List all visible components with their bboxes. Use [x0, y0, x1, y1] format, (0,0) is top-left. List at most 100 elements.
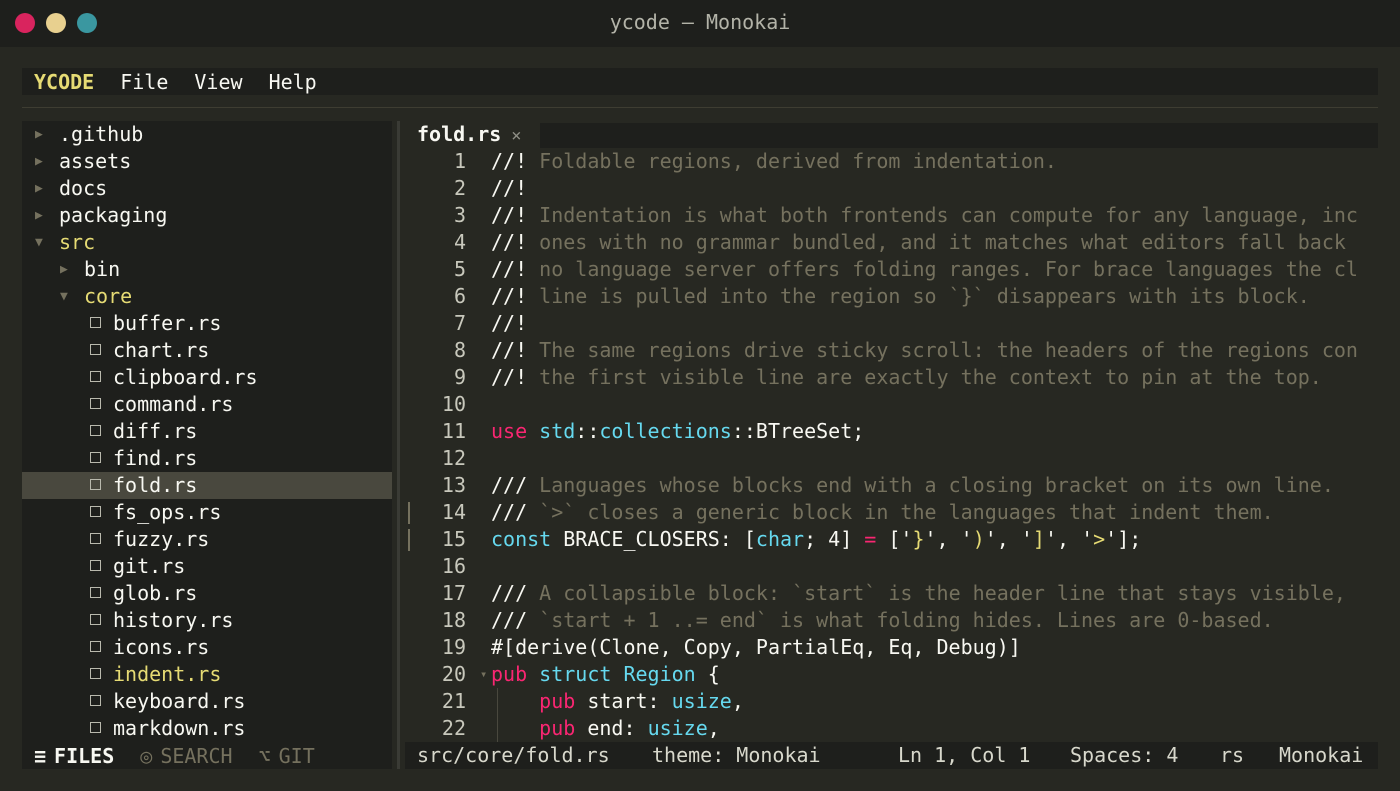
sidebar-tab-files[interactable]: ≡ FILES [34, 744, 114, 768]
tree-file[interactable]: find.rs [22, 445, 392, 472]
sidebar-tab-label: FILES [54, 743, 115, 768]
code-text: //! the first visible line are exactly t… [491, 365, 1322, 389]
code-line[interactable]: 19 #[derive(Clone, Copy, PartialEq, Eq, D… [405, 634, 1378, 661]
pane-splitter[interactable] [397, 121, 400, 769]
code-line[interactable]: 15 const BRACE_CLOSERS: [char; 4] = ['}',… [405, 526, 1378, 553]
tree-folder[interactable]: ▶ bin [22, 256, 392, 283]
code-line[interactable]: 12 [405, 445, 1378, 472]
tree-item-label: assets [59, 149, 132, 173]
tree-file[interactable]: clipboard.rs [22, 364, 392, 391]
tree-file[interactable]: git.rs [22, 553, 392, 580]
code-line[interactable]: 11 use std::collections::BTreeSet; [405, 418, 1378, 445]
chevron-down-icon[interactable]: ▼ [35, 229, 53, 256]
code-text: pub start: usize, [539, 689, 744, 713]
chevron-right-icon[interactable]: ▶ [35, 175, 53, 202]
file-icon [90, 479, 101, 490]
tree-item-label: src [59, 230, 96, 254]
menu-file[interactable]: File [120, 70, 168, 94]
chevron-right-icon[interactable]: ▶ [35, 121, 53, 148]
code-text: /// Languages whose blocks end with a cl… [491, 473, 1334, 497]
fold-toggle-icon[interactable]: ▾ [480, 661, 487, 688]
tree-folder[interactable]: ▶ assets [22, 148, 392, 175]
code-line[interactable]: 20 ▾ pub struct Region { [405, 661, 1378, 688]
tree-file[interactable]: fs_ops.rs [22, 499, 392, 526]
code-line[interactable]: 3 //! Indentation is what both frontends … [405, 202, 1378, 229]
code-line[interactable]: 9 //! the first visible line are exactly … [405, 364, 1378, 391]
tree-file[interactable]: history.rs [22, 607, 392, 634]
code-line[interactable]: 2 //! [405, 175, 1378, 202]
code-line[interactable]: 5 //! no language server offers folding r… [405, 256, 1378, 283]
tree-folder[interactable]: ▶ .github [22, 121, 392, 148]
code-line[interactable]: 21 pub start: usize, [405, 688, 1378, 715]
tree-folder[interactable]: ▶ docs [22, 175, 392, 202]
code-line[interactable]: 6 //! line is pulled into the region so `… [405, 283, 1378, 310]
close-tab-icon[interactable]: × [511, 126, 521, 146]
menu-divider [22, 107, 1378, 108]
tree-folder[interactable]: ▼ src [22, 229, 392, 256]
status-language[interactable]: rs [1220, 742, 1244, 769]
chevron-right-icon[interactable]: ▶ [35, 202, 53, 229]
code-text: pub end: usize, [539, 716, 720, 740]
line-number: 13 [441, 473, 466, 497]
line-number: 3 [453, 203, 466, 227]
code-text: /// `>` closes a generic block in the la… [491, 500, 1274, 524]
line-number: 5 [453, 257, 466, 281]
status-theme[interactable]: theme: Monokai [652, 742, 821, 769]
tree-file[interactable]: indent.rs [22, 661, 392, 688]
line-number: 2 [453, 176, 466, 200]
menu-help[interactable]: Help [269, 70, 317, 94]
tree-file[interactable]: icons.rs [22, 634, 392, 661]
file-icon [90, 722, 101, 733]
file-icon [90, 452, 101, 463]
tree-item-label: history.rs [113, 608, 234, 632]
tree-item-label: packaging [59, 203, 168, 227]
tree-file[interactable]: fold.rs [22, 472, 392, 499]
app-brand: YCODE [34, 69, 95, 94]
code-editor[interactable]: 1 //! Foldable regions, derived from inde… [405, 148, 1378, 742]
tree-folder[interactable]: ▶ packaging [22, 202, 392, 229]
code-text: //! Foldable regions, derived from inden… [491, 149, 1057, 173]
tree-file[interactable]: markdown.rs [22, 715, 392, 742]
tree-item-label: core [84, 284, 133, 308]
sidebar-tab-search[interactable]: ◎ SEARCH [140, 744, 232, 768]
code-line[interactable]: 13 /// Languages whose blocks end with a … [405, 472, 1378, 499]
chevron-down-icon[interactable]: ▼ [60, 283, 78, 310]
file-icon [90, 641, 101, 652]
tree-file[interactable]: command.rs [22, 391, 392, 418]
tree-folder[interactable]: ▼ core [22, 283, 392, 310]
tree-file[interactable]: buffer.rs [22, 310, 392, 337]
code-line[interactable]: 17 /// A collapsible block: `start` is th… [405, 580, 1378, 607]
code-line[interactable]: 16 [405, 553, 1378, 580]
line-number: 16 [441, 554, 466, 578]
code-line[interactable]: 10 [405, 391, 1378, 418]
tree-item-label: chart.rs [113, 338, 210, 362]
file-icon [90, 560, 101, 571]
sidebar-tab-git[interactable]: ⌥ GIT [259, 744, 315, 768]
tree-file[interactable]: fuzzy.rs [22, 526, 392, 553]
code-line[interactable]: 4 //! ones with no grammar bundled, and i… [405, 229, 1378, 256]
code-text: /// `start + 1 ..= end` is what folding … [491, 608, 1274, 632]
tree-file[interactable]: glob.rs [22, 580, 392, 607]
chevron-right-icon[interactable]: ▶ [60, 256, 78, 283]
line-number: 22 [441, 716, 466, 740]
file-icon [90, 398, 101, 409]
tree-item-label: markdown.rs [113, 716, 246, 740]
tab-bar-empty-area [540, 123, 1378, 148]
code-line[interactable]: 8 //! The same regions drive sticky scrol… [405, 337, 1378, 364]
code-line[interactable]: 1 //! Foldable regions, derived from inde… [405, 148, 1378, 175]
code-line[interactable]: 18 /// `start + 1 ..= end` is what foldin… [405, 607, 1378, 634]
editor-tab-fold-rs[interactable]: fold.rs × [405, 121, 536, 148]
status-indentation[interactable]: Spaces: 4 [1070, 742, 1178, 769]
chevron-right-icon[interactable]: ▶ [35, 148, 53, 175]
code-text: pub struct Region { [491, 662, 720, 686]
line-number: 8 [453, 338, 466, 362]
status-cursor-position[interactable]: Ln 1, Col 1 [898, 742, 1030, 769]
code-line[interactable]: 14 /// `>` closes a generic block in the … [405, 499, 1378, 526]
code-line[interactable]: 7 //! [405, 310, 1378, 337]
tree-file[interactable]: chart.rs [22, 337, 392, 364]
menu-view[interactable]: View [194, 70, 242, 94]
tree-file[interactable]: keyboard.rs [22, 688, 392, 715]
code-line[interactable]: 22 pub end: usize, [405, 715, 1378, 742]
tree-file[interactable]: diff.rs [22, 418, 392, 445]
tree-item-label: fold.rs [113, 473, 198, 497]
